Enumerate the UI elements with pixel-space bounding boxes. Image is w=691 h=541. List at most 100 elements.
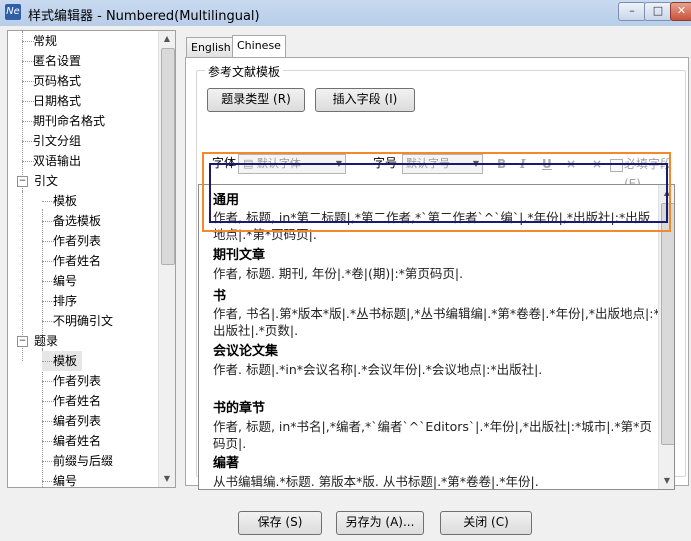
tree-item-label: 不明确引文 <box>53 314 114 328</box>
collapse-expander-icon[interactable]: − <box>17 176 28 187</box>
tree-item-label: 日期格式 <box>33 94 82 108</box>
template-body: 作者, 标题. 期刊, 年份|.*卷|(期)|:*第页码页|. <box>213 266 464 281</box>
tree-connector <box>42 321 54 322</box>
tree-connector <box>22 41 34 42</box>
close-button[interactable]: 关闭 (C) <box>440 511 532 535</box>
tree-item-citations[interactable]: 引文 <box>34 171 58 191</box>
tree-item-label: 作者列表 <box>53 234 102 248</box>
tree-connector <box>42 241 54 242</box>
tree-connector <box>42 361 54 362</box>
tree-connector <box>42 401 54 402</box>
tree-item-label: 引文 <box>34 174 59 188</box>
template-title: 编著 <box>213 456 240 471</box>
close-window-button[interactable]: ✕ <box>670 2 691 21</box>
window-title: 样式编辑器 - Numbered(Multilingual) <box>28 9 260 24</box>
template-title: 书的章节 <box>213 401 266 416</box>
tree-item-label: 编号 <box>53 274 78 288</box>
dialog-body: 常规 匿名设置 页码格式 日期格式 期刊命名格式 引文分组 双语输出 − 引文 … <box>0 26 691 541</box>
tree-item-label: 双语输出 <box>33 154 82 168</box>
tree-item-prefix-suffix[interactable]: 前缀与后缀 <box>42 451 113 471</box>
tree-connector <box>42 201 54 202</box>
tab-english[interactable]: English <box>186 37 236 57</box>
tree-item-ambiguous-citations[interactable]: 不明确引文 <box>42 311 113 331</box>
tree-connector <box>22 61 34 62</box>
tree-item-label: 编者列表 <box>53 414 102 428</box>
tree-item-label: 编者姓名 <box>53 434 102 448</box>
tree-item-alternate-templates[interactable]: 备选模板 <box>42 211 101 231</box>
tree-item-label: 匿名设置 <box>33 54 82 68</box>
tree-item-anonymous[interactable]: 匿名设置 <box>22 51 81 71</box>
tree-item-label: 题录 <box>34 334 59 348</box>
template-body: 作者. 标题|.*in*会议名称|.*会议年份|.*会议地点|:*出版社|. <box>213 362 543 377</box>
tree-connector <box>22 101 34 102</box>
tree-item-citation-author-name[interactable]: 作者姓名 <box>42 251 101 271</box>
tree-connector <box>42 381 54 382</box>
group-title: 参考文献模板 <box>205 63 284 80</box>
tree-connector <box>22 121 34 122</box>
tree-item-bilingual-output[interactable]: 双语输出 <box>22 151 81 171</box>
template-body: 作者, 标题, in*书名|,*编者,*`编者`^`Editors`|.*年份|… <box>213 419 652 451</box>
title-bar: Ne 样式编辑器 - Numbered(Multilingual) – □ ✕ <box>0 0 691 27</box>
collapse-expander-icon[interactable]: − <box>17 336 28 347</box>
tree-item-label: 前缀与后缀 <box>53 454 114 468</box>
scroll-down-icon[interactable]: ▼ <box>159 471 175 487</box>
tree-connector <box>42 301 54 302</box>
tree-connector <box>42 221 54 222</box>
scroll-down-icon[interactable]: ▼ <box>659 473 674 489</box>
tree-item-label: 期刊命名格式 <box>33 114 106 128</box>
tree-connector <box>42 421 54 422</box>
tree-item-general[interactable]: 常规 <box>22 31 57 51</box>
tree-item-label: 作者姓名 <box>53 394 102 408</box>
tree-item-editor-lists[interactable]: 编者列表 <box>42 411 101 431</box>
tree-item-citation-templates[interactable]: 模板 <box>42 191 77 211</box>
scroll-thumb[interactable] <box>661 203 674 445</box>
tree-item-date-format[interactable]: 日期格式 <box>22 91 81 111</box>
tree-connector <box>22 141 34 142</box>
insert-field-button[interactable]: 插入字段 (I) <box>315 88 415 112</box>
template-title: 书 <box>213 289 227 304</box>
save-as-button[interactable]: 另存为 (A)... <box>336 511 424 535</box>
tree-item-sort-order[interactable]: 排序 <box>42 291 77 311</box>
tree-item-label: 模板 <box>53 194 78 208</box>
tree-item-label: 引文分组 <box>33 134 82 148</box>
tree-connector <box>22 161 34 162</box>
tree-item-journal-names[interactable]: 期刊命名格式 <box>22 111 105 131</box>
tree-connector <box>42 281 54 282</box>
tree-item-label: 排序 <box>53 294 78 308</box>
tree-connector <box>22 81 34 82</box>
tree-item-label: 常规 <box>33 34 58 48</box>
tree-item-bibliography-templates[interactable]: 模板 <box>42 351 82 371</box>
tree-item-label: 作者列表 <box>53 374 102 388</box>
scroll-up-icon[interactable]: ▲ <box>159 31 175 47</box>
maximize-button[interactable]: □ <box>644 2 672 21</box>
tree-item-bib-author-lists[interactable]: 作者列表 <box>42 371 101 391</box>
tree-item-citation-grouping[interactable]: 引文分组 <box>22 131 81 151</box>
tree-item-bib-numbering[interactable]: 编号 <box>42 471 78 488</box>
tree-item-bib-author-name[interactable]: 作者姓名 <box>42 391 101 411</box>
app-icon: Ne <box>5 4 21 20</box>
template-body: 作者, 书名|.第*版本*版|.*丛书标题|,*丛书编辑编|.*第*卷卷|.*年… <box>213 306 659 338</box>
tree-scrollbar[interactable]: ▲ ▼ <box>158 31 175 487</box>
tree-item-label: 页码格式 <box>33 74 82 88</box>
scroll-thumb[interactable] <box>161 48 175 265</box>
template-panel: 参考文献模板 题录类型 (R) 插入字段 (I) 字体 ▤ 默认字体 ▼ 字号 … <box>185 57 689 490</box>
tree-connector <box>42 441 54 442</box>
reference-type-button[interactable]: 题录类型 (R) <box>207 88 305 112</box>
tree-item-citation-numbering[interactable]: 编号 <box>42 271 77 291</box>
tree-item-citation-author-lists[interactable]: 作者列表 <box>42 231 101 251</box>
template-body: 从书编辑编.*标题. 第版本*版. 从书标题|.*第*卷卷|.*年份|. <box>213 474 539 489</box>
tree-item-label: 作者姓名 <box>53 254 102 268</box>
tree-connector <box>42 481 54 482</box>
tree-connector <box>42 461 54 462</box>
tree-item-bibliography[interactable]: 题录 <box>34 331 58 351</box>
template-title: 期刊文章 <box>213 248 266 263</box>
minimize-button[interactable]: – <box>618 2 646 21</box>
tab-chinese[interactable]: Chinese <box>232 35 286 58</box>
tree-item-label: 模板 <box>53 354 78 368</box>
tree-item-editor-name[interactable]: 编者姓名 <box>42 431 101 451</box>
template-title: 会议论文集 <box>213 344 279 359</box>
tree-connector <box>42 261 54 262</box>
save-button[interactable]: 保存 (S) <box>238 511 322 535</box>
tree-item-label: 编号 <box>53 474 78 488</box>
tree-item-page-format[interactable]: 页码格式 <box>22 71 81 91</box>
